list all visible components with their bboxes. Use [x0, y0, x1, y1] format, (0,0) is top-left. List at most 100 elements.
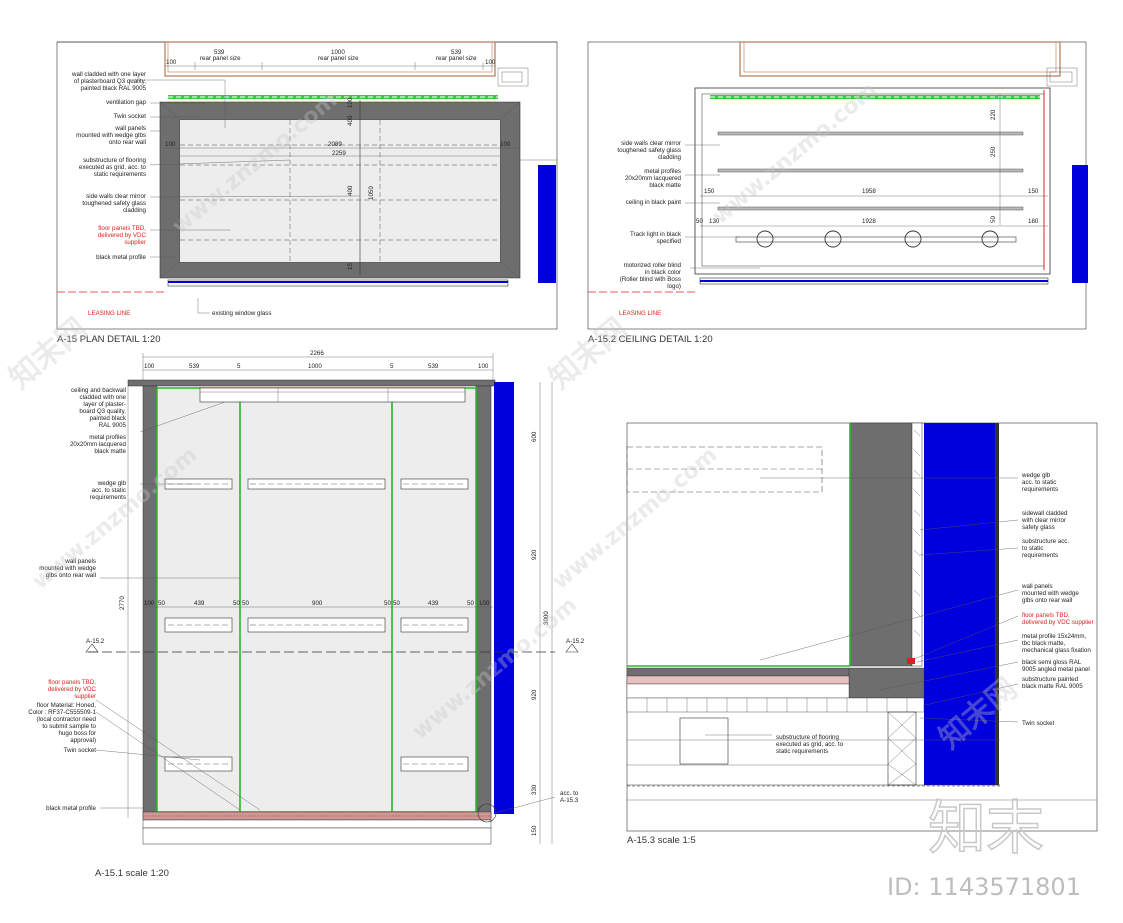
ceiling-label-track-2: specified [657, 238, 682, 245]
ceiling-label-mirror-3: cladding [658, 154, 682, 161]
elev-label-ceiling-5: painted black [90, 415, 127, 422]
sec-label-wedge-2: acc. to static [1022, 479, 1056, 486]
ceiling-detail: 220 250 150 1958 150 1928 50 130 180 50 … [587, 41, 1088, 345]
ceiling-dim-3: 150 [704, 188, 715, 195]
sec-label-sidewall-2: with clear mirror [1021, 517, 1066, 524]
elev-dim-19: 50 [233, 600, 240, 607]
plan-dim-13: 400 [347, 185, 354, 196]
sec-label-sub-floor-2: executed as grid, acc. to [776, 741, 844, 748]
plan-label-wall-panels-2: mounted with wedge glbs [76, 132, 146, 139]
elev-label-acc-2: A-15.3 [560, 797, 579, 804]
sec-label-sidewall-1: sidewall cladded [1022, 510, 1068, 517]
ceiling-label-profiles-3: black matte [649, 182, 681, 189]
plan-label-wall-panels-1: wall panels [114, 125, 146, 132]
plan-label-mirror-3: cladding [123, 207, 147, 214]
plan-detail: 100 539 rear panel size 1000 rear panel … [56, 41, 558, 345]
sec-label-panels-3: glbs onto rear wall [1022, 597, 1072, 604]
section-title: A-15.3 scale 1:5 [627, 835, 696, 846]
sec-label-profile-2: tbc black matte, [1022, 640, 1066, 647]
plan-label-wall-cladded-2: of plasterboard Q3 quality, [74, 78, 146, 85]
ceiling-dim-5: 150 [1028, 188, 1039, 195]
ceiling-dim-7: 50 [696, 218, 703, 225]
ceiling-label-mirror-2: toughened safety glass [617, 147, 681, 154]
elev-label-wedge-2: acc. to static [92, 487, 126, 494]
elev-label-ceiling-3: layer of plaster- [83, 401, 126, 408]
elev-dim-2: 100 [144, 363, 155, 370]
elev-dim-7: 539 [428, 363, 439, 370]
sec-label-sub-floor-1: substructure of flooring [776, 734, 839, 741]
elev-label-ceiling-6: RAL 9005 [99, 422, 127, 429]
plan-label-wall-cladded-1: wall cladded with one layer [71, 71, 146, 78]
sec-label-wedge-1: wedge glb [1021, 472, 1051, 479]
elev-label-profiles-3: black matte [94, 448, 126, 455]
sec-label-painted-1: substructure painted [1022, 676, 1079, 683]
ceiling-label-blind-1: motorized roller blind [624, 262, 682, 269]
elev-label-wedge-1: wedge glb [97, 480, 127, 487]
ceiling-label-profiles-1: metal profiles [644, 168, 681, 175]
plan-label-black-metal-profile: black metal profile [96, 254, 146, 261]
watermark-brand-1: 知末网 [3, 311, 94, 396]
sec-label-profile-3: mechanical glass fixation [1022, 647, 1091, 654]
elev-label-floor-material-3: (local contractor need [36, 716, 96, 723]
elev-label-floor-panels-3: supplier [74, 693, 96, 700]
sec-label-wedge-3: requirements [1022, 486, 1058, 493]
sec-label-painted-2: black matte RAL 9005 [1022, 683, 1083, 690]
ceiling-label-blind-3: (Roller blind with Boss [620, 276, 681, 283]
sec-label-panels-1: wall panels [1021, 583, 1053, 590]
elev-label-floor-panels-2: delivered by VDC [48, 686, 97, 693]
sec-label-sub-floor-3: static requirements [776, 748, 828, 755]
elev-dim-1: 2266 [310, 350, 324, 357]
elev-dim-14: 330 [531, 784, 538, 795]
elev-label-black-metal-profile: black metal profile [46, 805, 96, 812]
watermark-brand-2: 知末网 [543, 311, 634, 396]
elev-dim-26: 100 [479, 600, 490, 607]
sec-label-substructure-2: to static [1022, 545, 1043, 552]
plan-dim-sub-1: rear panel size [200, 55, 241, 62]
section-detail: wedge glb acc. to static requirements si… [626, 422, 1098, 846]
ceiling-dim-9: 180 [1028, 218, 1039, 225]
sec-label-twin-socket: Twin socket [1022, 720, 1055, 727]
elev-dim-6: 5 [390, 363, 394, 370]
elev-dim-11: 600 [531, 431, 538, 442]
sec-label-profile-1: metal profile 15x24mm, [1022, 633, 1087, 640]
sec-label-floor-panels-2: delivered by VDC supplier [1022, 619, 1094, 626]
ceiling-dim-4: 1958 [862, 188, 876, 195]
watermark-id: ID: 1143571801 [887, 873, 1081, 901]
elev-dim-4: 5 [237, 363, 241, 370]
elev-label-ceiling-2: cladded with one [80, 394, 127, 401]
ceiling-label-black-paint: ceiling in black paint [626, 199, 682, 206]
elev-label-ceiling-1: ceiling and backwall [71, 387, 126, 394]
plan-label-existing-window: existing window glass [212, 310, 272, 317]
plan-dim-5: 100 [485, 59, 496, 66]
plan-label-mirror-1: side walls clear mirror [86, 193, 146, 200]
sec-label-sidewall-3: safety glass [1022, 524, 1055, 531]
plan-label-mirror-2: toughened safety glass [82, 200, 146, 207]
elev-marker-right: A-15.2 [566, 638, 585, 645]
ceiling-label-blind-4: logo) [667, 283, 681, 290]
elev-marker-left: A-15.2 [86, 638, 105, 645]
plan-dim-6: 2089 [328, 141, 342, 148]
plan-label-floor-panels-1: floor panels TBD, [98, 225, 146, 232]
ceiling-dim-10: 50 [990, 216, 997, 223]
plan-label-floor-panels-3: supplier [124, 239, 146, 246]
elev-dim-25: 50 [467, 600, 474, 607]
plan-label-twin-socket: Twin socket [114, 113, 147, 120]
plan-label-substructure-3: static requirements [94, 171, 146, 178]
plan-dim-10: 100 [347, 97, 354, 108]
elev-dim-8: 100 [478, 363, 489, 370]
elev-label-floor-panels-1: floor panels TBD, [48, 679, 96, 686]
drawing-sheet: 100 539 rear panel size 1000 rear panel … [3, 41, 1098, 901]
plan-label-substructure-1: substructure of flooring [83, 157, 146, 164]
sec-label-panels-2: mounted with wedge [1022, 590, 1079, 597]
sec-label-semigloss-1: black semi gloss RAL [1022, 659, 1082, 666]
elev-label-floor-material-6: approval) [70, 737, 96, 744]
plan-dim-12: 1050 [368, 186, 375, 200]
elev-dim-3: 539 [189, 363, 200, 370]
elev-dim-16: 100 [144, 600, 155, 607]
elev-label-ceiling-4: board Q3 quality, [79, 408, 126, 415]
elev-label-floor-material-4: to submit sample to [42, 723, 96, 730]
ceiling-label-blind-2: in black color [645, 269, 681, 276]
ceiling-label-profiles-2: 20x20mm lacquered [625, 175, 682, 182]
plan-label-substructure-2: executed as grid, acc. to [79, 164, 147, 171]
ceiling-label-leasing-line: LEASING LINE [619, 310, 661, 317]
